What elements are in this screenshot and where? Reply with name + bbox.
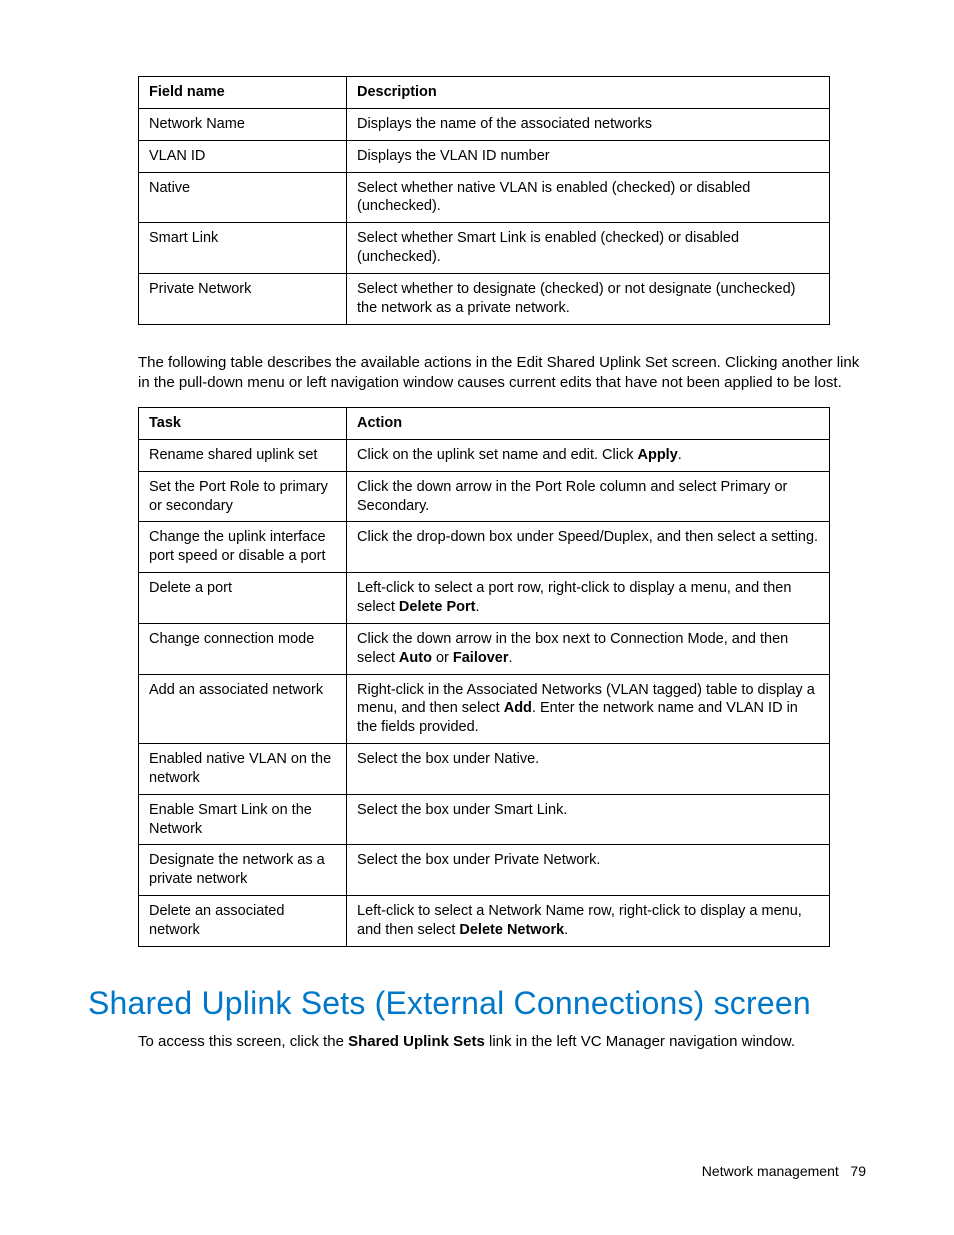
- description-cell: Displays the VLAN ID number: [347, 140, 830, 172]
- table-row: Rename shared uplink setClick on the upl…: [139, 439, 830, 471]
- field-name-cell: Network Name: [139, 108, 347, 140]
- description-cell: Select whether native VLAN is enabled (c…: [347, 172, 830, 223]
- table-row: Change the uplink interface port speed o…: [139, 522, 830, 573]
- table-row: NativeSelect whether native VLAN is enab…: [139, 172, 830, 223]
- action-cell: Left-click to select a Network Name row,…: [347, 896, 830, 947]
- field-name-cell: VLAN ID: [139, 140, 347, 172]
- action-cell: Select the box under Native.: [347, 744, 830, 795]
- task-cell: Delete an associated network: [139, 896, 347, 947]
- table-row: Add an associated networkRight-click in …: [139, 674, 830, 744]
- table-row: VLAN IDDisplays the VLAN ID number: [139, 140, 830, 172]
- task-action-table: Task Action Rename shared uplink setClic…: [138, 407, 830, 947]
- description-cell: Select whether to designate (checked) or…: [347, 273, 830, 324]
- field-name-cell: Native: [139, 172, 347, 223]
- field-name-cell: Private Network: [139, 273, 347, 324]
- task-cell: Delete a port: [139, 573, 347, 624]
- field-name-cell: Smart Link: [139, 223, 347, 274]
- table-row: Designate the network as a private netwo…: [139, 845, 830, 896]
- page-footer: Network management 79: [702, 1163, 866, 1179]
- col-description: Description: [347, 77, 830, 109]
- access-paragraph: To access this screen, click the Shared …: [138, 1032, 866, 1052]
- table-header-row: Task Action: [139, 408, 830, 440]
- task-cell: Add an associated network: [139, 674, 347, 744]
- col-action: Action: [347, 408, 830, 440]
- description-cell: Displays the name of the associated netw…: [347, 108, 830, 140]
- action-cell: Select the box under Private Network.: [347, 845, 830, 896]
- table-row: Enabled native VLAN on the networkSelect…: [139, 744, 830, 795]
- table-row: Delete a portLeft-click to select a port…: [139, 573, 830, 624]
- table-row: Set the Port Role to primary or secondar…: [139, 471, 830, 522]
- table-row: Smart LinkSelect whether Smart Link is e…: [139, 223, 830, 274]
- task-cell: Designate the network as a private netwo…: [139, 845, 347, 896]
- section-heading: Shared Uplink Sets (External Connections…: [88, 985, 866, 1022]
- task-cell: Change connection mode: [139, 623, 347, 674]
- task-cell: Enable Smart Link on the Network: [139, 794, 347, 845]
- field-description-table: Field name Description Network NameDispl…: [138, 76, 830, 325]
- task-cell: Enabled native VLAN on the network: [139, 744, 347, 795]
- table-row: Private NetworkSelect whether to designa…: [139, 273, 830, 324]
- table-header-row: Field name Description: [139, 77, 830, 109]
- task-cell: Change the uplink interface port speed o…: [139, 522, 347, 573]
- action-cell: Select the box under Smart Link.: [347, 794, 830, 845]
- table-row: Enable Smart Link on the NetworkSelect t…: [139, 794, 830, 845]
- table-row: Delete an associated networkLeft-click t…: [139, 896, 830, 947]
- col-field-name: Field name: [139, 77, 347, 109]
- description-cell: Select whether Smart Link is enabled (ch…: [347, 223, 830, 274]
- intro-paragraph: The following table describes the availa…: [138, 353, 866, 394]
- action-cell: Left-click to select a port row, right-c…: [347, 573, 830, 624]
- table-row: Network NameDisplays the name of the ass…: [139, 108, 830, 140]
- task-cell: Rename shared uplink set: [139, 439, 347, 471]
- action-cell: Click the down arrow in the box next to …: [347, 623, 830, 674]
- action-cell: Right-click in the Associated Networks (…: [347, 674, 830, 744]
- action-cell: Click on the uplink set name and edit. C…: [347, 439, 830, 471]
- task-cell: Set the Port Role to primary or secondar…: [139, 471, 347, 522]
- table-row: Change connection modeClick the down arr…: [139, 623, 830, 674]
- footer-section: Network management: [702, 1163, 839, 1179]
- col-task: Task: [139, 408, 347, 440]
- footer-page-number: 79: [850, 1163, 866, 1179]
- action-cell: Click the down arrow in the Port Role co…: [347, 471, 830, 522]
- action-cell: Click the drop-down box under Speed/Dupl…: [347, 522, 830, 573]
